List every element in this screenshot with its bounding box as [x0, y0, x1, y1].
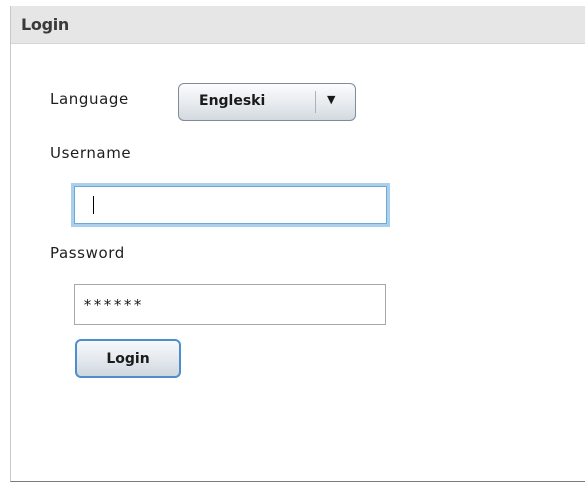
panel-header: Login: [11, 6, 585, 44]
login-button[interactable]: Login: [75, 339, 181, 378]
text-caret: [93, 196, 94, 214]
language-select[interactable]: Engleski ▼: [178, 83, 356, 121]
triangle-down-icon[interactable]: ▼: [327, 93, 335, 106]
language-selected-value: Engleski: [199, 93, 266, 109]
login-panel: Login Language Engleski ▼ Username Passw…: [10, 6, 585, 482]
password-label: Password: [50, 244, 125, 262]
language-label: Language: [50, 90, 129, 108]
password-input[interactable]: [74, 284, 386, 325]
username-label: Username: [50, 144, 132, 162]
language-select-divider: [315, 91, 316, 113]
username-input[interactable]: [71, 183, 390, 227]
panel-title: Login: [21, 15, 70, 34]
